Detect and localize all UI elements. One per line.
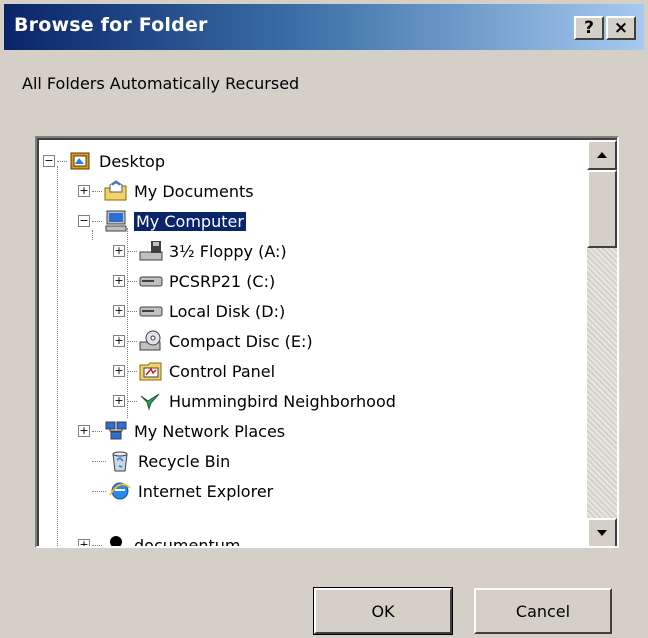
vertical-scrollbar[interactable]: [587, 140, 617, 546]
tree-item-internet-explorer[interactable]: Internet Explorer: [90, 476, 273, 506]
network-places-icon: [105, 421, 127, 440]
help-button[interactable]: ?: [574, 16, 604, 40]
close-button[interactable]: ×: [606, 16, 636, 40]
tree-item-label: Hummingbird Neighborhood: [169, 391, 396, 411]
floppy-drive-icon: [139, 241, 163, 261]
tree-item-label: My Documents: [134, 181, 254, 201]
tree-item-label: Compact Disc (E:): [169, 331, 313, 351]
tree-item-label: 3½ Floppy (A:): [169, 241, 287, 261]
tree-item-documentum[interactable]: + documentum: [78, 530, 240, 546]
tree-item-label: Recycle Bin: [138, 451, 231, 471]
tree-item-my-documents[interactable]: + My Documents: [78, 176, 254, 206]
expand-toggle[interactable]: +: [78, 185, 90, 197]
tree-item-label: Control Panel: [169, 361, 276, 381]
tree-item-recycle-bin[interactable]: Recycle Bin: [90, 446, 230, 476]
expand-toggle[interactable]: +: [113, 335, 125, 347]
my-computer-icon: [105, 210, 127, 232]
tree-item-my-network-places[interactable]: + My Network Places: [78, 416, 285, 446]
tree-item-floppy[interactable]: + 3½ Floppy (A:): [113, 236, 287, 266]
window-title: Browse for Folder: [14, 14, 208, 36]
tree-item-desktop[interactable]: − Desktop: [43, 146, 165, 176]
arrow-down-icon: [597, 530, 607, 536]
expand-toggle[interactable]: +: [78, 539, 90, 546]
tree-item-label: Desktop: [99, 151, 165, 171]
control-panel-icon: [139, 362, 162, 381]
internet-explorer-icon: [109, 482, 131, 500]
folder-tree-view[interactable]: − Desktop + My Documents − My Computer +…: [39, 140, 589, 546]
expand-toggle[interactable]: +: [113, 305, 125, 317]
tree-item-compact-disc-e[interactable]: + Compact Disc (E:): [113, 326, 313, 356]
expand-toggle[interactable]: +: [113, 365, 125, 377]
tree-item-label: My Network Places: [134, 421, 286, 441]
tree-item-label: PCSRP21 (C:): [169, 271, 276, 291]
hard-drive-icon: [139, 306, 163, 317]
folder-tree[interactable]: − Desktop + My Documents − My Computer +…: [35, 136, 619, 548]
scroll-up-button[interactable]: [587, 140, 617, 170]
cd-drive-icon: [139, 330, 161, 351]
hummingbird-icon: [140, 393, 160, 411]
documentum-icon: [110, 536, 122, 546]
help-icon: ?: [584, 18, 594, 38]
cancel-button[interactable]: Cancel: [474, 588, 612, 634]
collapse-toggle[interactable]: −: [78, 215, 90, 227]
tree-item-label: My Computer: [133, 210, 247, 232]
tree-connector-line: [57, 166, 58, 546]
expand-toggle[interactable]: +: [113, 245, 125, 257]
expand-toggle[interactable]: +: [113, 395, 125, 407]
title-bar[interactable]: Browse for Folder ? ×: [4, 4, 644, 50]
expand-toggle[interactable]: +: [78, 425, 90, 437]
desktop-icon: [70, 152, 90, 170]
hard-drive-icon: [139, 276, 163, 287]
tree-item-label: Local Disk (D:): [169, 301, 286, 321]
collapse-toggle[interactable]: −: [43, 155, 55, 167]
my-documents-icon: [104, 180, 127, 201]
expand-toggle[interactable]: +: [113, 275, 125, 287]
tree-item-hummingbird-neighborhood[interactable]: + Hummingbird Neighborhood: [113, 386, 396, 416]
tree-item-label: documentum: [134, 535, 241, 547]
tree-item-local-disk-d[interactable]: + Local Disk (D:): [113, 296, 285, 326]
close-icon: ×: [613, 18, 629, 38]
tree-item-my-computer[interactable]: − My Computer: [78, 206, 247, 236]
recycle-bin-icon: [112, 451, 128, 472]
scroll-down-button[interactable]: [587, 518, 617, 546]
scroll-thumb[interactable]: [587, 170, 617, 248]
ok-button[interactable]: OK: [313, 587, 453, 635]
instructions-text: All Folders Automatically Recursed: [22, 74, 300, 93]
tree-item-label: Internet Explorer: [138, 481, 274, 501]
tree-item-pcsrp21-c[interactable]: + PCSRP21 (C:): [113, 266, 275, 296]
arrow-up-icon: [597, 152, 607, 158]
browse-for-folder-dialog: Browse for Folder ? × All Folders Automa…: [0, 0, 648, 638]
tree-item-control-panel[interactable]: + Control Panel: [113, 356, 275, 386]
